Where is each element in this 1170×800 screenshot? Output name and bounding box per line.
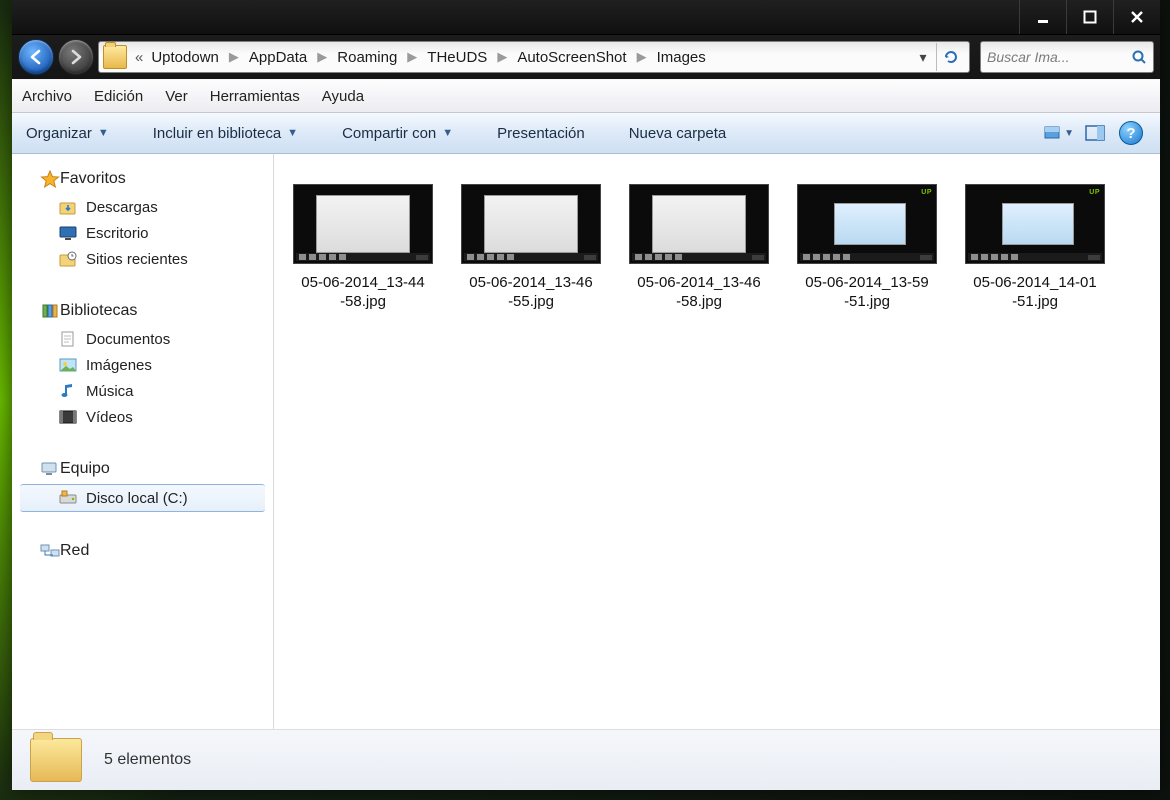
help-icon: ? [1119, 121, 1143, 145]
file-thumbnail [629, 184, 769, 264]
view-options-button[interactable]: ▼ [1044, 120, 1074, 146]
chevron-down-icon: ▼ [287, 127, 298, 139]
menu-ver[interactable]: Ver [165, 88, 188, 105]
status-text: 5 elementos [104, 751, 191, 769]
computer-icon [40, 460, 60, 478]
breadcrumb-item[interactable]: Uptodown [147, 47, 223, 68]
explorer-window: « Uptodown ▶ AppData ▶ Roaming ▶ THeUDS … [12, 0, 1160, 790]
file-item[interactable]: 05-06-2014_13-46 -55.jpg [452, 184, 610, 312]
videos-icon [58, 408, 78, 426]
folder-icon [30, 738, 82, 782]
chevron-down-icon: ▼ [1064, 128, 1074, 139]
file-item[interactable]: UP 05-06-2014_14-01 -51.jpg [956, 184, 1114, 312]
breadcrumb: « Uptodown ▶ AppData ▶ Roaming ▶ THeUDS … [131, 47, 910, 68]
search-placeholder: Buscar Ima... [987, 49, 1069, 65]
breadcrumb-item[interactable]: AutoScreenShot [513, 47, 630, 68]
breadcrumb-item[interactable]: Images [653, 47, 710, 68]
toolbar-presentacion[interactable]: Presentación [497, 125, 585, 142]
sidebar-item-documentos[interactable]: Documentos [12, 326, 273, 352]
sidebar-group-favoritos: Favoritos Descargas Escritorio Sitios re… [12, 168, 273, 272]
drive-icon [58, 489, 78, 507]
content-pane[interactable]: 05-06-2014_13-44 -58.jpg 05-06-2014_13-46… [274, 154, 1160, 729]
toolbar-incluir[interactable]: Incluir en biblioteca▼ [153, 125, 298, 142]
file-name: 05-06-2014_13-44 -58.jpg [301, 274, 424, 312]
chevron-right-icon[interactable]: ▶ [491, 49, 513, 65]
sidebar: Favoritos Descargas Escritorio Sitios re… [12, 154, 274, 729]
chevron-right-icon[interactable]: ▶ [311, 49, 333, 65]
toolbar-nueva-carpeta[interactable]: Nueva carpeta [629, 125, 727, 142]
file-item[interactable]: 05-06-2014_13-44 -58.jpg [284, 184, 442, 312]
chevron-right-icon[interactable]: ▶ [401, 49, 423, 65]
minimize-button[interactable] [1019, 0, 1066, 34]
pictures-icon [58, 356, 78, 374]
search-icon [1131, 49, 1147, 65]
sidebar-item-descargas[interactable]: Descargas [12, 194, 273, 220]
sidebar-item-sitios-recientes[interactable]: Sitios recientes [12, 246, 273, 272]
file-thumbnail [461, 184, 601, 264]
network-icon [40, 542, 60, 560]
star-icon [40, 170, 60, 188]
menu-edicion[interactable]: Edición [94, 88, 143, 105]
sidebar-item-videos[interactable]: Vídeos [12, 404, 273, 430]
documents-icon [58, 330, 78, 348]
forward-button[interactable] [58, 39, 94, 75]
download-folder-icon [58, 198, 78, 216]
chevron-right-icon[interactable]: ▶ [631, 49, 653, 65]
file-name: 05-06-2014_13-59 -51.jpg [805, 274, 928, 312]
sidebar-header-favoritos[interactable]: Favoritos [12, 168, 273, 194]
file-name: 05-06-2014_13-46 -58.jpg [637, 274, 760, 312]
breadcrumb-item[interactable]: AppData [245, 47, 311, 68]
file-thumbnail [293, 184, 433, 264]
toolbar: Organizar▼ Incluir en biblioteca▼ Compar… [12, 113, 1160, 154]
file-name: 05-06-2014_14-01 -51.jpg [973, 274, 1096, 312]
chevron-down-icon: ▼ [98, 127, 109, 139]
sidebar-header-red[interactable]: Red [12, 540, 273, 566]
music-icon [58, 382, 78, 400]
search-input[interactable]: Buscar Ima... [980, 41, 1154, 73]
titlebar [12, 0, 1160, 35]
sidebar-item-musica[interactable]: Música [12, 378, 273, 404]
refresh-button[interactable] [936, 43, 965, 71]
recent-icon [58, 250, 78, 268]
chevron-right-icon[interactable]: ▶ [223, 49, 245, 65]
sidebar-header-bibliotecas[interactable]: Bibliotecas [12, 300, 273, 326]
address-bar[interactable]: « Uptodown ▶ AppData ▶ Roaming ▶ THeUDS … [98, 41, 970, 73]
sidebar-item-escritorio[interactable]: Escritorio [12, 220, 273, 246]
breadcrumb-item[interactable]: THeUDS [423, 47, 491, 68]
file-thumbnail: UP [797, 184, 937, 264]
status-bar: 5 elementos [12, 729, 1160, 790]
sidebar-group-equipo: Equipo Disco local (C:) [12, 458, 273, 512]
address-dropdown[interactable]: ▾ [914, 49, 932, 66]
library-icon [40, 302, 60, 320]
overflow-chevron-icon[interactable]: « [135, 49, 143, 66]
file-item[interactable]: UP 05-06-2014_13-59 -51.jpg [788, 184, 946, 312]
file-item[interactable]: 05-06-2014_13-46 -58.jpg [620, 184, 778, 312]
help-button[interactable]: ? [1116, 120, 1146, 146]
preview-pane-button[interactable] [1080, 120, 1110, 146]
file-thumbnail: UP [965, 184, 1105, 264]
toolbar-organizar[interactable]: Organizar▼ [26, 125, 109, 142]
menu-ayuda[interactable]: Ayuda [322, 88, 364, 105]
close-button[interactable] [1113, 0, 1160, 34]
menubar: Archivo Edición Ver Herramientas Ayuda [12, 79, 1160, 113]
nav-row: « Uptodown ▶ AppData ▶ Roaming ▶ THeUDS … [12, 35, 1160, 79]
folder-icon [103, 45, 127, 69]
breadcrumb-item[interactable]: Roaming [333, 47, 401, 68]
menu-archivo[interactable]: Archivo [22, 88, 72, 105]
sidebar-item-imagenes[interactable]: Imágenes [12, 352, 273, 378]
sidebar-item-disco-local[interactable]: Disco local (C:) [20, 484, 265, 512]
desktop-icon [58, 224, 78, 242]
toolbar-compartir[interactable]: Compartir con▼ [342, 125, 453, 142]
back-button[interactable] [18, 39, 54, 75]
maximize-button[interactable] [1066, 0, 1113, 34]
chevron-down-icon: ▼ [442, 127, 453, 139]
file-name: 05-06-2014_13-46 -55.jpg [469, 274, 592, 312]
sidebar-group-red: Red [12, 540, 273, 566]
sidebar-header-equipo[interactable]: Equipo [12, 458, 273, 484]
sidebar-group-bibliotecas: Bibliotecas Documentos Imágenes Música V… [12, 300, 273, 430]
menu-herramientas[interactable]: Herramientas [210, 88, 300, 105]
